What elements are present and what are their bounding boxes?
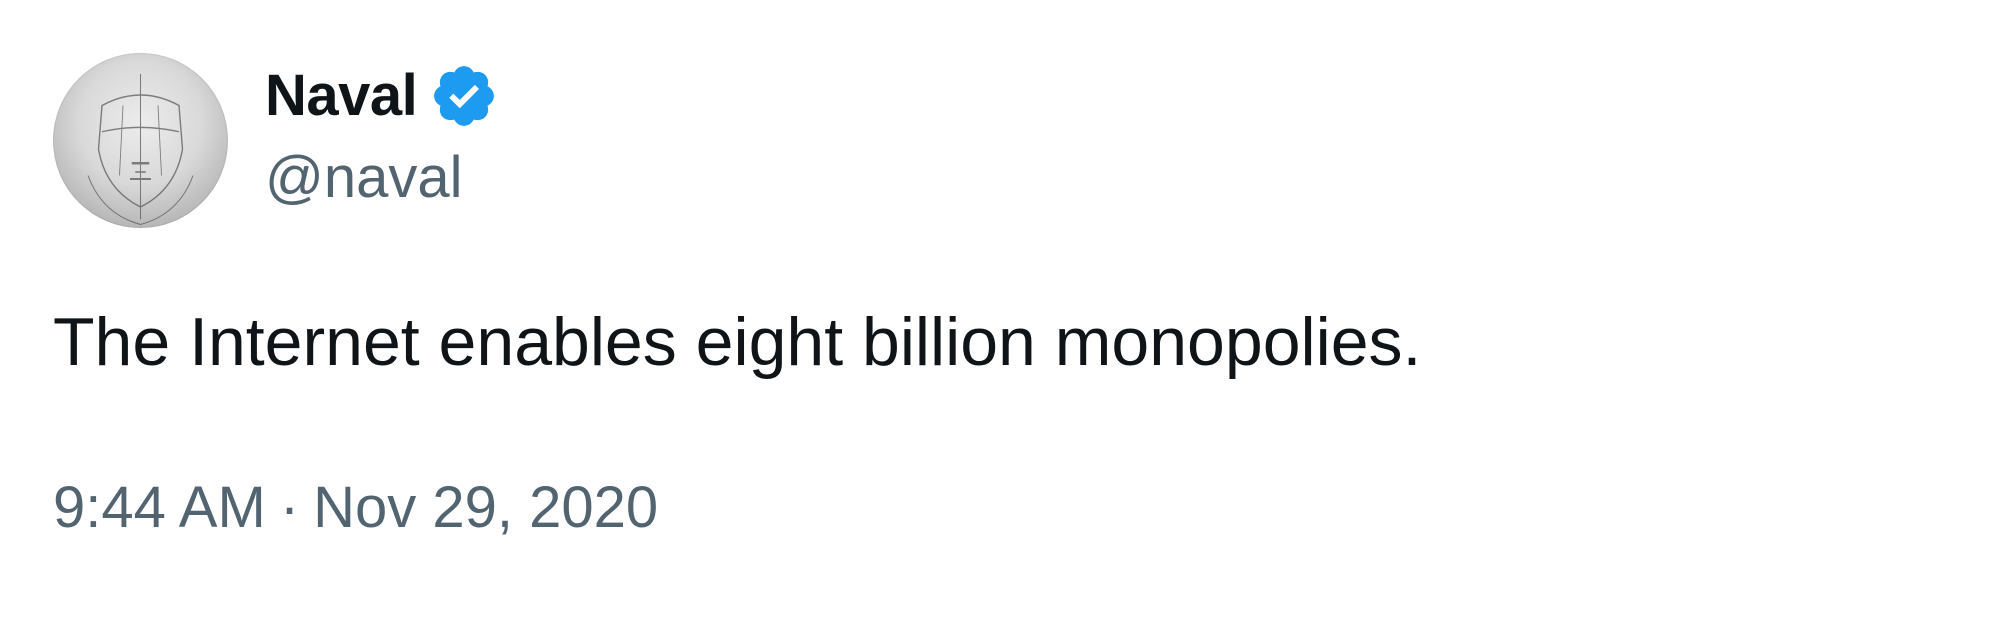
name-row: Naval	[265, 58, 499, 134]
avatar[interactable]	[53, 53, 228, 228]
user-handle[interactable]: @naval	[265, 140, 499, 216]
sketch-face-avatar-icon	[87, 74, 194, 226]
author-header: Naval @naval	[265, 58, 499, 216]
tweet-text: The Internet enables eight billion monop…	[53, 304, 1422, 380]
meta-separator: ·	[279, 475, 300, 540]
display-name[interactable]: Naval	[265, 58, 418, 134]
verified-badge-icon[interactable]	[429, 61, 499, 131]
tweet-date[interactable]: Nov 29, 2020	[313, 475, 658, 540]
tweet-time[interactable]: 9:44 AM	[53, 475, 266, 540]
tweet-meta: 9:44 AM · Nov 29, 2020	[53, 470, 658, 546]
tweet-card: Naval @naval The Internet enables eight …	[0, 0, 2000, 617]
